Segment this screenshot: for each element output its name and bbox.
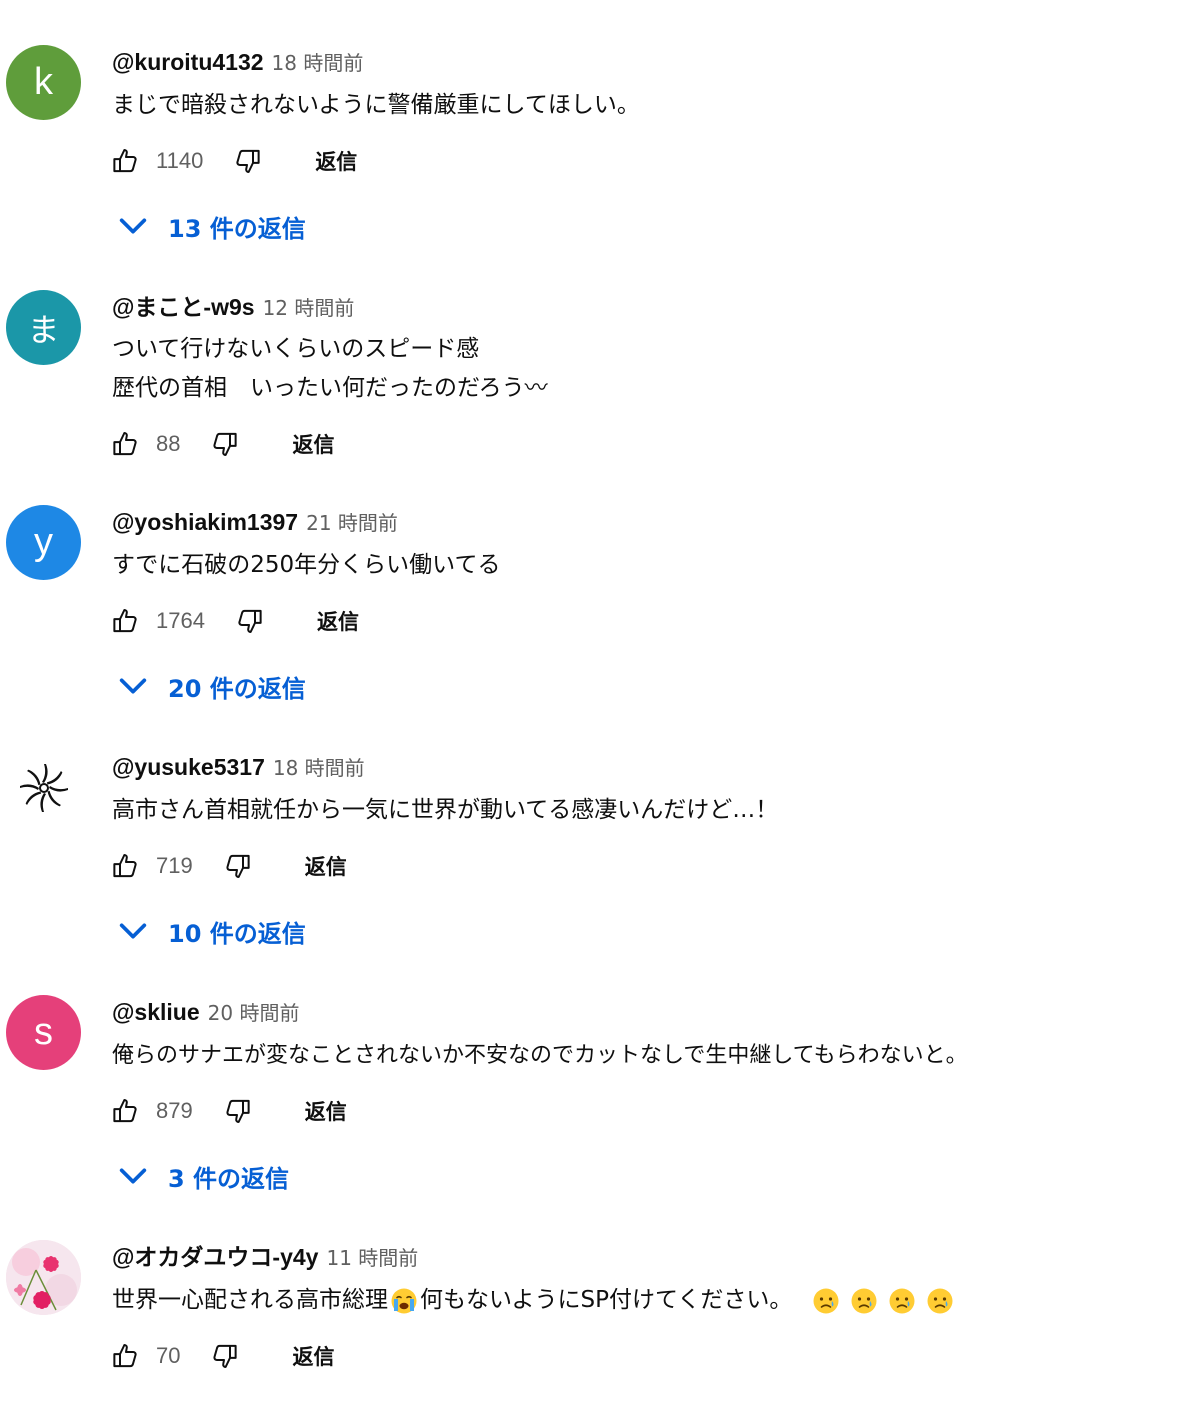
- thumbs-down-icon[interactable]: [210, 1341, 240, 1371]
- thumbs-up-icon[interactable]: [110, 851, 140, 881]
- like-count: 1764: [156, 608, 205, 633]
- avatar[interactable]: ま: [6, 290, 81, 365]
- comment-text: 俺らのサナエが変なことされないか不安なのでカットなしで生中継してもらわないと。: [112, 1036, 968, 1075]
- comment-header: @まこと-w9s 12 時間前: [112, 291, 354, 323]
- comment-header: @オカダユウコ-y4y 11 時間前: [112, 1241, 418, 1273]
- view-replies-button[interactable]: 3 件の返信: [116, 1156, 289, 1196]
- timestamp[interactable]: 18 時間前: [273, 756, 365, 780]
- view-replies-button[interactable]: 10 件の返信: [116, 911, 306, 951]
- comment-actions: 1140 返信: [110, 141, 357, 181]
- thumbs-up-icon[interactable]: [110, 1341, 140, 1371]
- loudly-crying-emoji: [390, 1287, 418, 1315]
- pinwheel-icon[interactable]: [6, 750, 81, 825]
- thumbs-down-icon[interactable]: [223, 851, 253, 881]
- chevron-down-icon: [116, 669, 150, 703]
- thumbs-up-icon[interactable]: [110, 1096, 140, 1126]
- replies-label: 13 件の返信: [168, 214, 306, 243]
- comment-line: 俺らのサナエが変なことされないか不安なのでカットなしで生中継してもらわないと。: [112, 1043, 968, 1068]
- thumbs-down-icon[interactable]: [235, 606, 265, 636]
- comment-actions: 88 返信: [110, 424, 334, 464]
- comment-actions: 879 返信: [110, 1091, 347, 1131]
- author-name[interactable]: @kuroitu4132: [112, 49, 264, 75]
- comment-actions: 1764 返信: [110, 601, 359, 641]
- like-count: 879: [156, 1098, 193, 1123]
- comment-line: 世界一心配される高市総理 何もないようにSP付けてください。: [112, 1281, 954, 1320]
- comment-header: @kuroitu4132 18 時間前: [112, 46, 363, 78]
- comment-line: すでに石破の250年分くらい働いてる: [112, 552, 501, 578]
- author-name[interactable]: @yoshiakim1397: [112, 509, 298, 535]
- comment-header: @yoshiakim1397 21 時間前: [112, 506, 398, 538]
- comment-actions: 719 返信: [110, 846, 347, 886]
- reply-button[interactable]: 返信: [305, 851, 347, 881]
- like-count: 88: [156, 431, 181, 456]
- thumbs-down-icon[interactable]: [233, 146, 263, 176]
- comment-actions: 70 返信: [110, 1336, 334, 1376]
- avatar[interactable]: s: [6, 995, 81, 1070]
- sad-tear-emoji: [926, 1287, 954, 1315]
- like-count: 70: [156, 1343, 181, 1368]
- comment-line: ついて行けないくらいのスピード感: [112, 336, 480, 362]
- timestamp[interactable]: 18 時間前: [272, 51, 364, 75]
- chevron-down-icon: [116, 1159, 150, 1193]
- replies-label: 3 件の返信: [168, 1164, 290, 1193]
- reply-button[interactable]: 返信: [305, 1096, 347, 1126]
- sad-tear-emoji: [812, 1287, 840, 1315]
- author-name[interactable]: @オカダユウコ-y4y: [112, 1244, 318, 1270]
- comment-header: @yusuke5317 18 時間前: [112, 751, 365, 783]
- timestamp[interactable]: 21 時間前: [306, 511, 398, 535]
- chevron-down-icon: [116, 914, 150, 948]
- view-replies-button[interactable]: 20 件の返信: [116, 666, 306, 706]
- avatar[interactable]: k: [6, 45, 81, 120]
- reply-button[interactable]: 返信: [317, 606, 359, 636]
- like-count: 719: [156, 853, 193, 878]
- comment-line: 高市さん首相就任から一気に世界が動いてる感凄いんだけど…！: [112, 797, 779, 823]
- thumbs-up-icon[interactable]: [110, 606, 140, 636]
- like-count: 1140: [156, 148, 204, 173]
- comment-text: 世界一心配される高市総理 何もないようにSP付けてください。: [112, 1281, 954, 1320]
- replies-label: 20 件の返信: [168, 674, 306, 703]
- comment-line: まじで暗殺されないように警備厳重にしてほしい。: [112, 92, 640, 118]
- comment-text-part: 何もないようにSP付けてください。: [420, 1287, 793, 1313]
- author-name[interactable]: @skliue: [112, 999, 200, 1025]
- flower-photo-icon[interactable]: [6, 1240, 81, 1315]
- sad-tear-emoji: [888, 1287, 916, 1315]
- reply-button[interactable]: 返信: [292, 429, 334, 459]
- comment-text: すでに石破の250年分くらい働いてる: [112, 546, 500, 585]
- comment-header: @skliue 20 時間前: [112, 996, 299, 1028]
- timestamp[interactable]: 12 時間前: [263, 296, 355, 320]
- avatar[interactable]: y: [6, 505, 81, 580]
- sad-tear-emoji: [850, 1287, 878, 1315]
- thumbs-down-icon[interactable]: [210, 429, 240, 459]
- timestamp[interactable]: 11 時間前: [326, 1246, 418, 1270]
- thumbs-up-icon[interactable]: [110, 429, 140, 459]
- comment-text-part: 世界一心配される高市総理: [112, 1287, 388, 1313]
- comment-text: 高市さん首相就任から一気に世界が動いてる感凄いんだけど…！: [112, 791, 778, 830]
- comment-line: 歴代の首相 いったい何だったのだろう〰: [112, 375, 548, 401]
- comment-text: まじで暗殺されないように警備厳重にしてほしい。: [112, 86, 640, 125]
- chevron-down-icon: [116, 209, 150, 243]
- reply-button[interactable]: 返信: [315, 146, 357, 176]
- thumbs-up-icon[interactable]: [110, 146, 140, 176]
- author-name[interactable]: @まこと-w9s: [112, 294, 255, 320]
- timestamp[interactable]: 20 時間前: [208, 1001, 300, 1025]
- thumbs-down-icon[interactable]: [223, 1096, 253, 1126]
- reply-button[interactable]: 返信: [292, 1341, 334, 1371]
- view-replies-button[interactable]: 13 件の返信: [116, 206, 306, 246]
- replies-label: 10 件の返信: [168, 919, 306, 948]
- comment-text: ついて行けないくらいのスピード感 歴代の首相 いったい何だったのだろう〰: [112, 330, 548, 408]
- author-name[interactable]: @yusuke5317: [112, 754, 265, 780]
